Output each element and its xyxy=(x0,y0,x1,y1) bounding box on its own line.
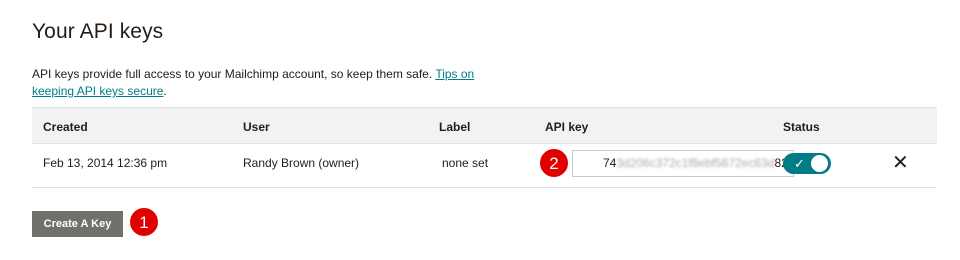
header-status: Status xyxy=(783,120,820,134)
description-suffix: . xyxy=(163,84,167,98)
api-keys-panel: Your API keys API keys provide full acce… xyxy=(0,0,960,260)
table-header: Created User Label API key Status xyxy=(32,107,937,144)
api-key-prefix: 74 xyxy=(603,156,617,170)
header-api-key: API key xyxy=(545,120,589,134)
header-created: Created xyxy=(43,120,88,134)
check-icon: ✓ xyxy=(794,156,805,171)
api-key-obscured: 3d206c372c1f8ebf5672ec63d xyxy=(616,156,775,170)
annotation-badge-2: 2 xyxy=(539,148,569,178)
status-toggle[interactable]: ✓ xyxy=(783,153,831,174)
page-description: API keys provide full access to your Mai… xyxy=(32,66,502,100)
toggle-knob xyxy=(811,155,828,172)
cell-created: Feb 13, 2014 12:36 pm xyxy=(43,156,168,170)
api-key-field[interactable]: 743d206c372c1f8ebf5672ec63d82 xyxy=(572,150,794,177)
description-text: API keys provide full access to your Mai… xyxy=(32,67,436,81)
header-label: Label xyxy=(439,120,471,134)
page-title: Your API keys xyxy=(32,20,164,43)
close-icon[interactable]: ✕ xyxy=(892,153,909,173)
annotation-badge-1: 1 xyxy=(129,207,159,237)
cell-label: none set xyxy=(442,156,489,170)
api-keys-table: Created User Label API key Status Feb 13… xyxy=(32,107,937,188)
create-key-button[interactable]: Create A Key xyxy=(32,211,123,237)
table-row: Feb 13, 2014 12:36 pm Randy Brown (owner… xyxy=(32,144,937,188)
header-user: User xyxy=(243,120,270,134)
cell-user: Randy Brown (owner) xyxy=(243,156,360,170)
